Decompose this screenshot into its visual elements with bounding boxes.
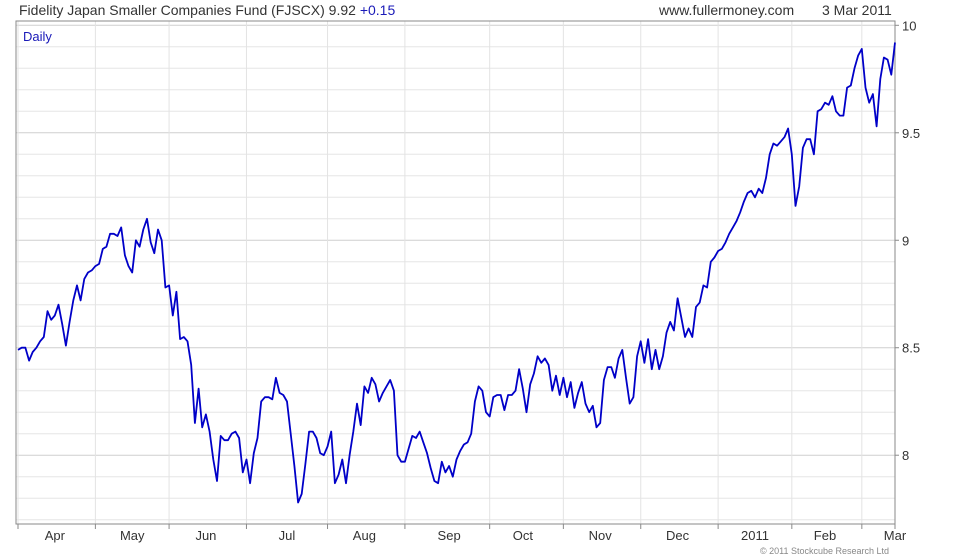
x-tick-label: Oct bbox=[513, 528, 534, 543]
y-tick-label: 9.5 bbox=[902, 126, 920, 141]
interval-label: Daily bbox=[23, 29, 52, 44]
x-tick-label: Jul bbox=[279, 528, 296, 543]
x-tick-label: Mar bbox=[884, 528, 907, 543]
x-tick-label: Jun bbox=[195, 528, 216, 543]
x-tick-label: May bbox=[120, 528, 145, 543]
y-tick-label: 8 bbox=[902, 448, 909, 463]
x-axis: Apr May Jun Jul Aug Sep Oct Nov Dec 2011 Feb Mar bbox=[17, 524, 907, 543]
x-tick-label: 2011 bbox=[741, 528, 769, 543]
x-tick-label: Feb bbox=[814, 528, 836, 543]
y-tick-label: 8.5 bbox=[902, 341, 920, 356]
x-tick-label: Dec bbox=[666, 528, 690, 543]
y-tick-label: 10 bbox=[902, 18, 916, 33]
x-tick-label: Apr bbox=[45, 528, 66, 543]
x-tick-label: Aug bbox=[353, 528, 376, 543]
price-chart: Apr May Jun Jul Aug Sep Oct Nov Dec 2011 Feb Mar 88… bbox=[15, 18, 920, 543]
y-tick-label: 9 bbox=[902, 233, 909, 248]
plot-background bbox=[16, 21, 895, 524]
y-axis: 8 8.5 9 9.5 10 bbox=[895, 18, 920, 463]
x-tick-label: Nov bbox=[589, 528, 613, 543]
x-tick-label: Sep bbox=[438, 528, 461, 543]
copyright: © 2011 Stockcube Research Ltd bbox=[760, 546, 890, 556]
